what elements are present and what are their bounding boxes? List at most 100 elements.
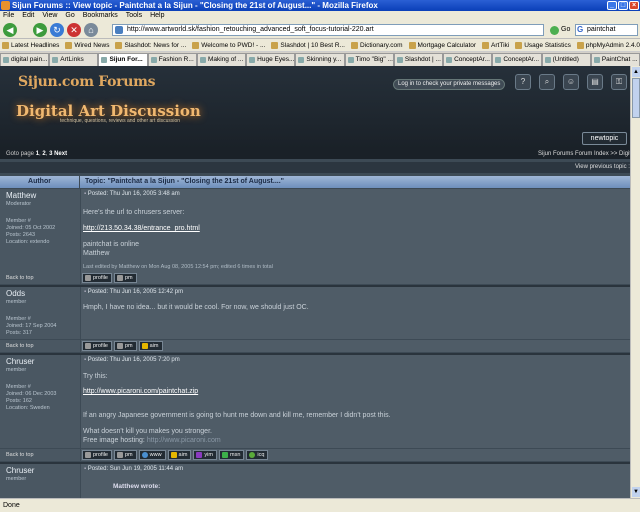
pm-label: pm	[124, 452, 133, 458]
bookmark-item[interactable]: Dictionary.com	[349, 39, 407, 51]
browser-tab-active[interactable]: Sijun For...	[98, 53, 148, 66]
goto-page-3[interactable]: 3	[49, 151, 52, 157]
browser-tab[interactable]: Huge Eyes...	[246, 53, 296, 66]
profile-button[interactable]: profile	[82, 341, 112, 351]
goto-separator: ,	[45, 151, 48, 157]
topic-title-text: "Paintchat a la Sijun - "Closing the 21s…	[107, 178, 284, 185]
scroll-thumb[interactable]	[632, 78, 640, 118]
bookmark-item[interactable]: Slashdot | 10 Best R...	[269, 39, 349, 51]
post-link[interactable]: http://213.50.34.38/entrance_pro.html	[83, 225, 200, 232]
menu-bar: File Edit View Go Bookmarks Tools Help	[0, 11, 640, 21]
pm-button[interactable]: pm	[113, 450, 137, 460]
menu-edit[interactable]: Edit	[22, 11, 34, 21]
menu-go[interactable]: Go	[65, 11, 74, 21]
profile-button[interactable]: profile	[82, 450, 112, 460]
vertical-scrollbar[interactable]: ▲ ▼	[630, 66, 640, 498]
forum-logo-top[interactable]: Sijun.com Forums	[18, 74, 156, 90]
aim-button[interactable]: aim	[167, 450, 192, 460]
back-to-top-link[interactable]: Back to top	[0, 449, 80, 461]
goto-label: Goto page	[6, 151, 35, 157]
post-date: Posted: Thu Jun 16, 2005 3:48 am	[84, 191, 180, 197]
www-button[interactable]: www	[138, 450, 166, 460]
browser-tab[interactable]: Slashdot | ...	[393, 53, 444, 66]
post-author: Matthew	[6, 191, 37, 200]
bookmark-item[interactable]: Latest Headlines	[0, 39, 63, 51]
browser-tab[interactable]: Timo "Big" ...	[344, 53, 394, 66]
reload-icon[interactable]: ↻	[50, 23, 64, 37]
post-author: Chruser	[6, 466, 35, 475]
forward-arrow-icon[interactable]: ▶	[33, 23, 47, 37]
search-input[interactable]: G paintchat	[575, 24, 638, 36]
search-value: paintchat	[587, 26, 616, 33]
scroll-up-icon[interactable]: ▲	[632, 67, 640, 77]
browser-tab[interactable]: Making of ...	[196, 53, 247, 66]
profile-button[interactable]: profile	[82, 273, 112, 283]
status-bar: Done	[0, 498, 640, 512]
browser-tab[interactable]: digital pain...	[0, 53, 50, 66]
scroll-down-icon[interactable]: ▼	[632, 487, 640, 497]
profile-icon[interactable]: ▤	[587, 74, 603, 90]
browser-tab[interactable]: Skinning y...	[295, 53, 345, 66]
bookmark-item[interactable]: Welcome to PWD! - ...	[190, 39, 269, 51]
msn-button[interactable]: msn	[218, 450, 245, 460]
browser-tab[interactable]: ConceptAr...	[492, 53, 542, 66]
prev-next-topic-links[interactable]: View previous topic :: View next topic	[575, 162, 630, 173]
profile-icon	[85, 275, 91, 281]
new-topic-button[interactable]: newtopic	[582, 132, 627, 145]
bookmark-item[interactable]: Mortgage Calculator	[407, 39, 481, 51]
post-link[interactable]: http://www.picaroni.com/paintchat.zip	[83, 388, 198, 395]
site-favicon-icon	[115, 26, 123, 34]
search-icon[interactable]: ⌕	[539, 74, 555, 90]
bookmark-item[interactable]: Slashdot: News for ...	[113, 39, 190, 51]
browser-tab[interactable]: ConceptAr...	[443, 53, 493, 66]
back-to-top-link[interactable]: Back to top	[0, 272, 80, 284]
browser-tab[interactable]: ArtLinks	[49, 53, 99, 66]
author-post-count: Posts: 317	[6, 330, 32, 336]
login-icon[interactable]: ⚿	[611, 74, 627, 90]
stop-icon[interactable]: ✕	[67, 23, 81, 37]
home-icon[interactable]: ⌂	[84, 23, 98, 37]
post-text: Matthew	[83, 250, 110, 257]
back-arrow-icon[interactable]: ◀	[3, 23, 17, 37]
pm-button[interactable]: pm	[113, 273, 137, 283]
back-to-top-link[interactable]: Back to top	[0, 340, 80, 352]
maximize-button[interactable]: □	[618, 1, 628, 10]
menu-file[interactable]: File	[3, 11, 14, 21]
browser-tab[interactable]: (Untitled)	[541, 53, 591, 66]
icq-button[interactable]: icq	[246, 450, 269, 460]
menu-view[interactable]: View	[42, 11, 57, 21]
private-messages-link[interactable]: Log in to check your private messages	[393, 79, 506, 90]
browser-tab[interactable]: Fashion R...	[147, 53, 197, 66]
author-member-number: Member #	[6, 384, 31, 390]
bookmark-item[interactable]: ArtTiki	[480, 39, 513, 51]
menu-bookmarks[interactable]: Bookmarks	[83, 11, 118, 21]
profile-icon	[85, 343, 91, 349]
menu-help[interactable]: Help	[150, 11, 164, 21]
faq-icon[interactable]: ?	[515, 74, 531, 90]
menu-tools[interactable]: Tools	[126, 11, 142, 21]
pm-label: pm	[124, 275, 133, 281]
aim-button[interactable]: aim	[138, 341, 163, 351]
bookmark-item[interactable]: Wired News	[63, 39, 113, 51]
close-button[interactable]: ×	[629, 1, 639, 10]
tab-bar: digital pain... ArtLinks Sijun For... Fa…	[0, 53, 640, 66]
go-label: Go	[561, 26, 571, 33]
signature-link[interactable]: http://www.picaroni.com	[147, 437, 221, 444]
breadcrumb[interactable]: Sijun Forums Forum Index >> Digital Art	[538, 149, 630, 159]
forum-post: Chruser member Posted: Sun Jun 19, 2005 …	[0, 464, 630, 498]
pm-button[interactable]: pm	[113, 341, 137, 351]
post-author-rank: member	[6, 367, 27, 373]
window-title: Sijun Forums :: View topic - Paintchat a…	[12, 1, 378, 10]
minimize-button[interactable]: _	[607, 1, 617, 10]
post-author: Odds	[6, 289, 26, 298]
members-icon[interactable]: ☺	[563, 74, 579, 90]
yim-button[interactable]: yim	[193, 450, 217, 460]
goto-next[interactable]: Next	[54, 151, 67, 157]
go-button[interactable]: Go	[550, 24, 570, 36]
forum-tagline: technique, questions, reviews and other …	[60, 118, 181, 124]
bookmark-item[interactable]: phpMyAdmin 2.4.0	[575, 39, 640, 51]
browser-tab[interactable]: PaintChat ...	[590, 53, 640, 66]
bookmark-item[interactable]: Usage Statistics	[513, 39, 575, 51]
table-header: Author Topic: "Paintchat a la Sijun - "C…	[0, 176, 630, 188]
url-input[interactable]: http://www.artworld.sk/fashion_retouchin…	[112, 24, 544, 36]
